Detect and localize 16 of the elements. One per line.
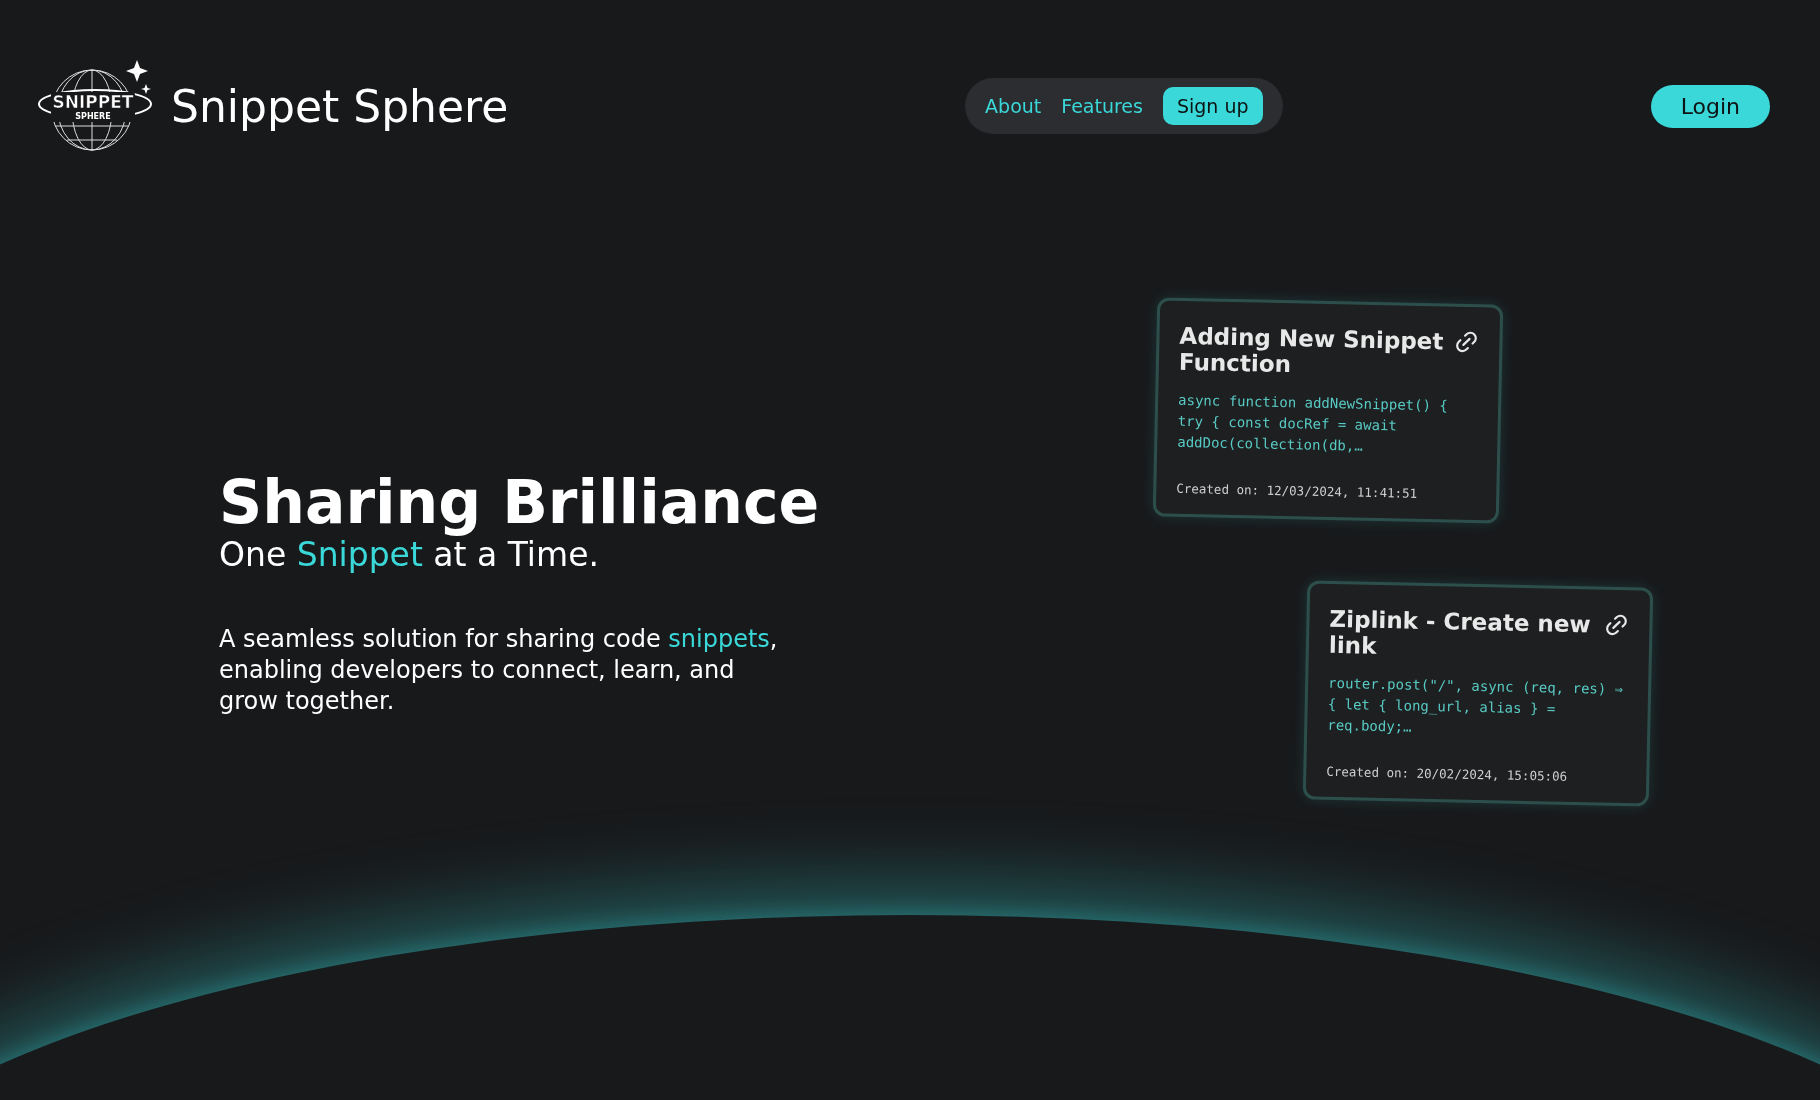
created-date: Created on: 20/02/2024, 15:05:06 <box>1326 763 1569 785</box>
hero-subtitle: One Snippet at a Time. <box>219 535 600 574</box>
snippet-title: Adding New Snippet Function <box>1178 322 1445 380</box>
brand-name: Snippet Sphere <box>171 80 509 132</box>
nav-link[interactable]: Features <box>1061 95 1143 117</box>
hero-description: A seamless solution for sharing code snippets, enabling developers to connect, learn, and grow together. <box>219 624 779 718</box>
hero-title: Sharing Brilliance <box>219 469 821 535</box>
snippet-card[interactable]: Adding New Snippet Function async function addNewSnippet() { try { const docRef = await addDoc(collection(db,… Created on: 12/03/2024, 11:41:51 <box>1152 297 1504 524</box>
login-button[interactable]: Login <box>1650 84 1770 128</box>
signup-link[interactable]: Sign up <box>1162 87 1263 125</box>
code-preview: async function addNewSnippet() { try { const docRef = await addDoc(collection(db,… <box>1177 390 1449 456</box>
snippet-card[interactable]: Ziplink - Create new link router.post("/", async (req, res) ⇒ { let { long_url, alias } = req.body;… Created on: 20/02/2024, 15:05:06 <box>1302 580 1654 807</box>
code-preview: router.post("/", async (req, res) ⇒ { let { long_url, alias } = req.body;… <box>1327 673 1625 737</box>
nav-link[interactable]: About <box>985 95 1042 117</box>
snippet-title: Ziplink - Create new link <box>1328 605 1592 662</box>
created-date: Created on: 12/03/2024, 11:41:51 <box>1176 480 1419 502</box>
